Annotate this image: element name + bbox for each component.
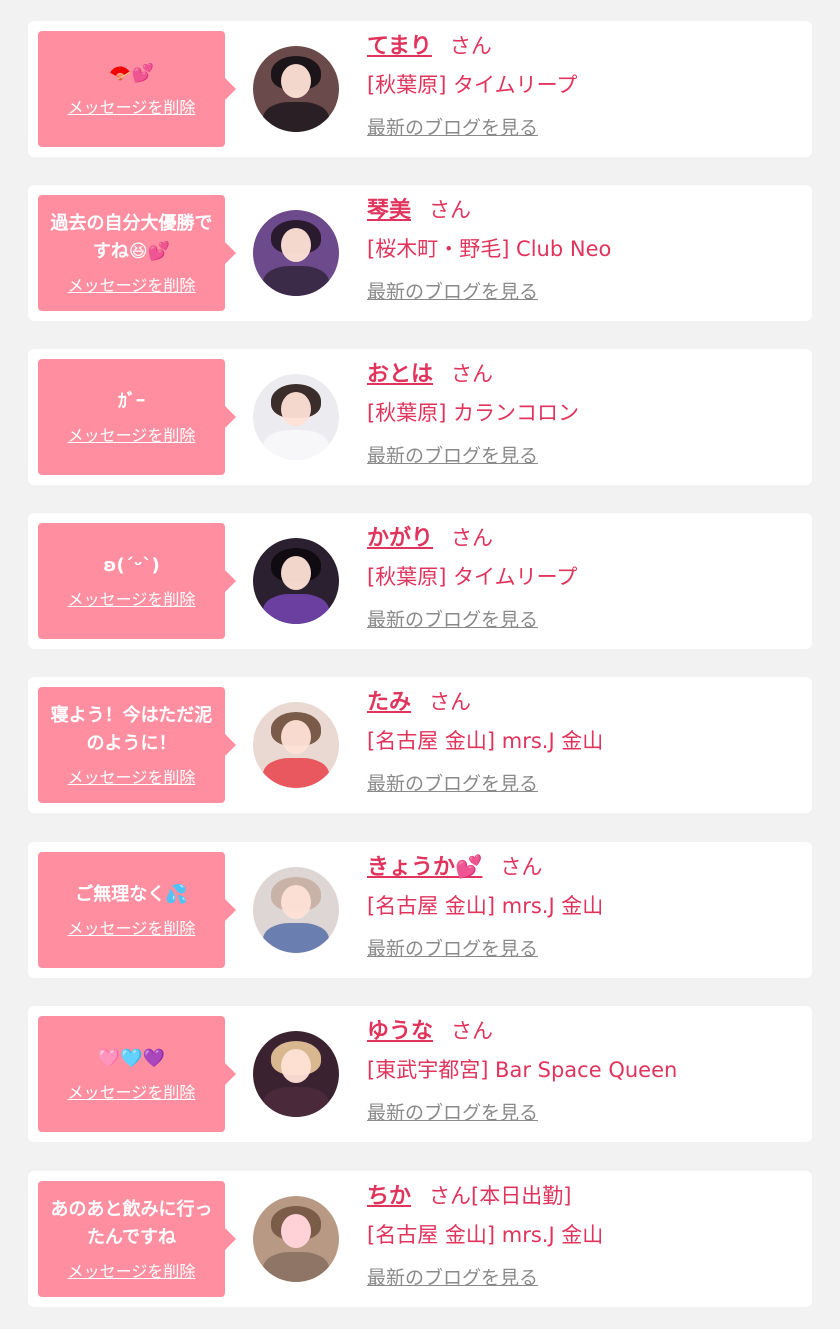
avatar[interactable] <box>253 1196 339 1282</box>
message-bubble: 過去の自分大優勝ですね😆💕 メッセージを削除 <box>38 195 236 311</box>
delete-message-link[interactable]: メッセージを削除 <box>68 586 196 610</box>
latest-blog-link[interactable]: 最新のブログを見る <box>367 113 538 140</box>
shop-name: [東武宇都宮] Bar Space Queen <box>367 1058 678 1082</box>
delete-message-link[interactable]: メッセージを削除 <box>68 272 196 296</box>
message-text: ʚ(ˊᵕˋ) <box>103 555 160 576</box>
avatar[interactable] <box>253 46 339 132</box>
message-text: あのあと飲みに行ったんですね <box>50 1199 213 1248</box>
message-bubble: 🪭💕 メッセージを削除 <box>38 31 236 147</box>
latest-blog-link[interactable]: 最新のブログを見る <box>367 1098 538 1125</box>
message-text: 🪭💕 <box>109 63 154 84</box>
latest-blog-link[interactable]: 最新のブログを見る <box>367 605 538 632</box>
avatar[interactable] <box>253 867 339 953</box>
cast-name-link[interactable]: おとは <box>367 362 433 387</box>
honorific: さん <box>500 855 543 879</box>
honorific: さん <box>451 526 494 550</box>
avatar[interactable] <box>253 1031 339 1117</box>
message-text: ｶﾞｰ <box>118 391 145 412</box>
shop-name: [秋葉原] カランコロン <box>367 401 580 425</box>
message-card: 寝よう！今はただ泥のように！ メッセージを削除 たみ さん [名古屋 金山] mr… <box>28 677 812 813</box>
shop-name: [名古屋 金山] mrs.J 金山 <box>367 1223 604 1247</box>
shop-name: [名古屋 金山] mrs.J 金山 <box>367 729 604 753</box>
message-card: ｶﾞｰ メッセージを削除 おとは さん [秋葉原] カランコロン 最新のブログを見… <box>28 349 812 485</box>
honorific: さん <box>449 34 492 58</box>
avatar[interactable] <box>253 374 339 460</box>
honorific: さん <box>451 1019 494 1043</box>
shop-name: [名古屋 金山] mrs.J 金山 <box>367 894 604 918</box>
latest-blog-link[interactable]: 最新のブログを見る <box>367 277 538 304</box>
message-bubble: 寝よう！今はただ泥のように！ メッセージを削除 <box>38 687 236 803</box>
message-card: あのあと飲みに行ったんですね メッセージを削除 ちか さん[本日出勤] [名古屋 … <box>28 1171 812 1307</box>
latest-blog-link[interactable]: 最新のブログを見る <box>367 441 538 468</box>
honorific: さん <box>451 362 494 386</box>
delete-message-link[interactable]: メッセージを削除 <box>68 1079 196 1103</box>
message-card: 🪭💕 メッセージを削除 てまり さん [秋葉原] タイムリープ 最新のブログを見る <box>28 21 812 157</box>
delete-message-link[interactable]: メッセージを削除 <box>68 1258 196 1282</box>
latest-blog-link[interactable]: 最新のブログを見る <box>367 1263 538 1290</box>
message-list: 🪭💕 メッセージを削除 てまり さん [秋葉原] タイムリープ 最新のブログを見る… <box>0 0 840 1329</box>
message-bubble: ご無理なく💦 メッセージを削除 <box>38 852 236 968</box>
cast-name-link[interactable]: ゆうな <box>367 1019 433 1044</box>
message-card: ʚ(ˊᵕˋ) メッセージを削除 かがり さん [秋葉原] タイムリープ 最新のブロ… <box>28 513 812 649</box>
message-card: ご無理なく💦 メッセージを削除 きょうか💕 さん [名古屋 金山] mrs.J 金… <box>28 842 812 978</box>
delete-message-link[interactable]: メッセージを削除 <box>68 915 196 939</box>
cast-name-link[interactable]: きょうか💕 <box>367 855 482 880</box>
message-text: 🩷🩵💜 <box>97 1048 166 1069</box>
message-card: 🩷🩵💜 メッセージを削除 ゆうな さん [東武宇都宮] Bar Space Que… <box>28 1006 812 1142</box>
honorific: さん <box>429 198 472 222</box>
shop-name: [秋葉原] タイムリープ <box>367 565 578 589</box>
cast-name-link[interactable]: たみ <box>367 690 411 715</box>
message-card: 過去の自分大優勝ですね😆💕 メッセージを削除 琴美 さん [桜木町・野毛] Clu… <box>28 185 812 321</box>
message-text: 過去の自分大優勝ですね😆💕 <box>50 213 213 262</box>
honorific: さん[本日出勤] <box>429 1184 572 1208</box>
message-text: 寝よう！今はただ泥のように！ <box>50 705 213 754</box>
delete-message-link[interactable]: メッセージを削除 <box>68 94 196 118</box>
message-bubble: ʚ(ˊᵕˋ) メッセージを削除 <box>38 523 236 639</box>
message-bubble: あのあと飲みに行ったんですね メッセージを削除 <box>38 1181 236 1297</box>
avatar[interactable] <box>253 210 339 296</box>
honorific: さん <box>429 690 472 714</box>
delete-message-link[interactable]: メッセージを削除 <box>68 422 196 446</box>
avatar[interactable] <box>253 538 339 624</box>
delete-message-link[interactable]: メッセージを削除 <box>68 764 196 788</box>
latest-blog-link[interactable]: 最新のブログを見る <box>367 769 538 796</box>
message-text: ご無理なく💦 <box>75 884 188 905</box>
cast-name-link[interactable]: てまり <box>367 34 432 59</box>
shop-name: [桜木町・野毛] Club Neo <box>367 237 612 261</box>
avatar[interactable] <box>253 702 339 788</box>
shop-name: [秋葉原] タイムリープ <box>367 73 578 97</box>
cast-name-link[interactable]: ちか <box>367 1184 411 1209</box>
message-bubble: ｶﾞｰ メッセージを削除 <box>38 359 236 475</box>
latest-blog-link[interactable]: 最新のブログを見る <box>367 934 538 961</box>
cast-name-link[interactable]: 琴美 <box>367 198 411 223</box>
message-bubble: 🩷🩵💜 メッセージを削除 <box>38 1016 236 1132</box>
cast-name-link[interactable]: かがり <box>367 526 433 551</box>
